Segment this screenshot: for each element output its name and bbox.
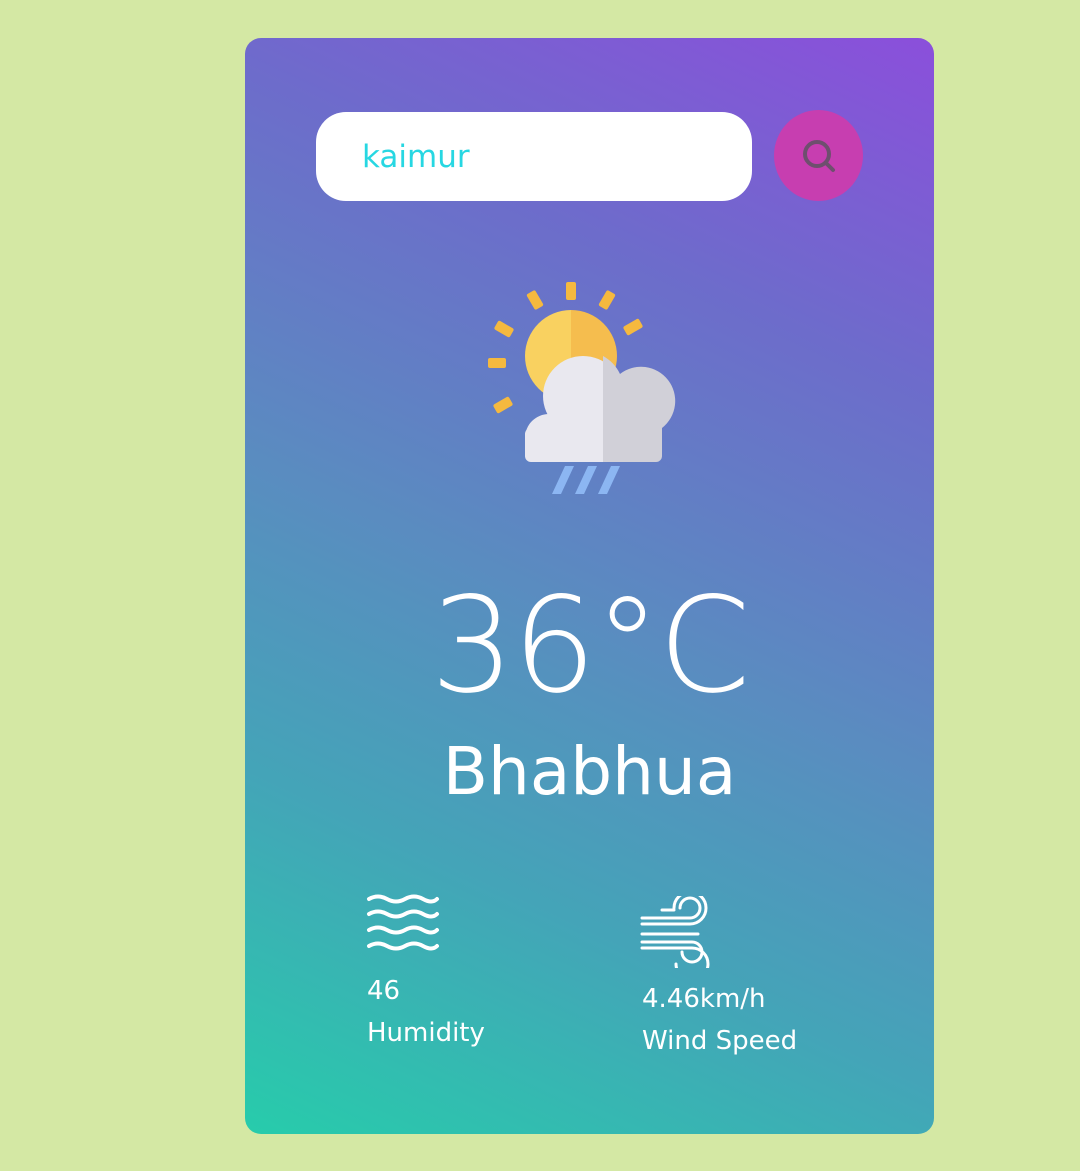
wind-speed-label: Wind Speed [642,1026,798,1056]
search-button[interactable] [774,110,863,201]
sun-cloud-rain-icon [488,282,676,494]
humidity-value: 46 [367,976,401,1006]
weather-card: 36°C Bhabhua 46 Humidity 4.46km/h Wind S… [245,38,934,1134]
wind-icon [640,896,710,968]
wind-speed-value: 4.46km/h [642,984,766,1014]
search-icon [802,139,835,172]
temperature-value: 36°C [430,569,750,723]
waves-icon [367,894,439,951]
city-name: Bhabhua [442,733,737,810]
search-input[interactable] [316,112,752,201]
humidity-label: Humidity [367,1018,485,1048]
